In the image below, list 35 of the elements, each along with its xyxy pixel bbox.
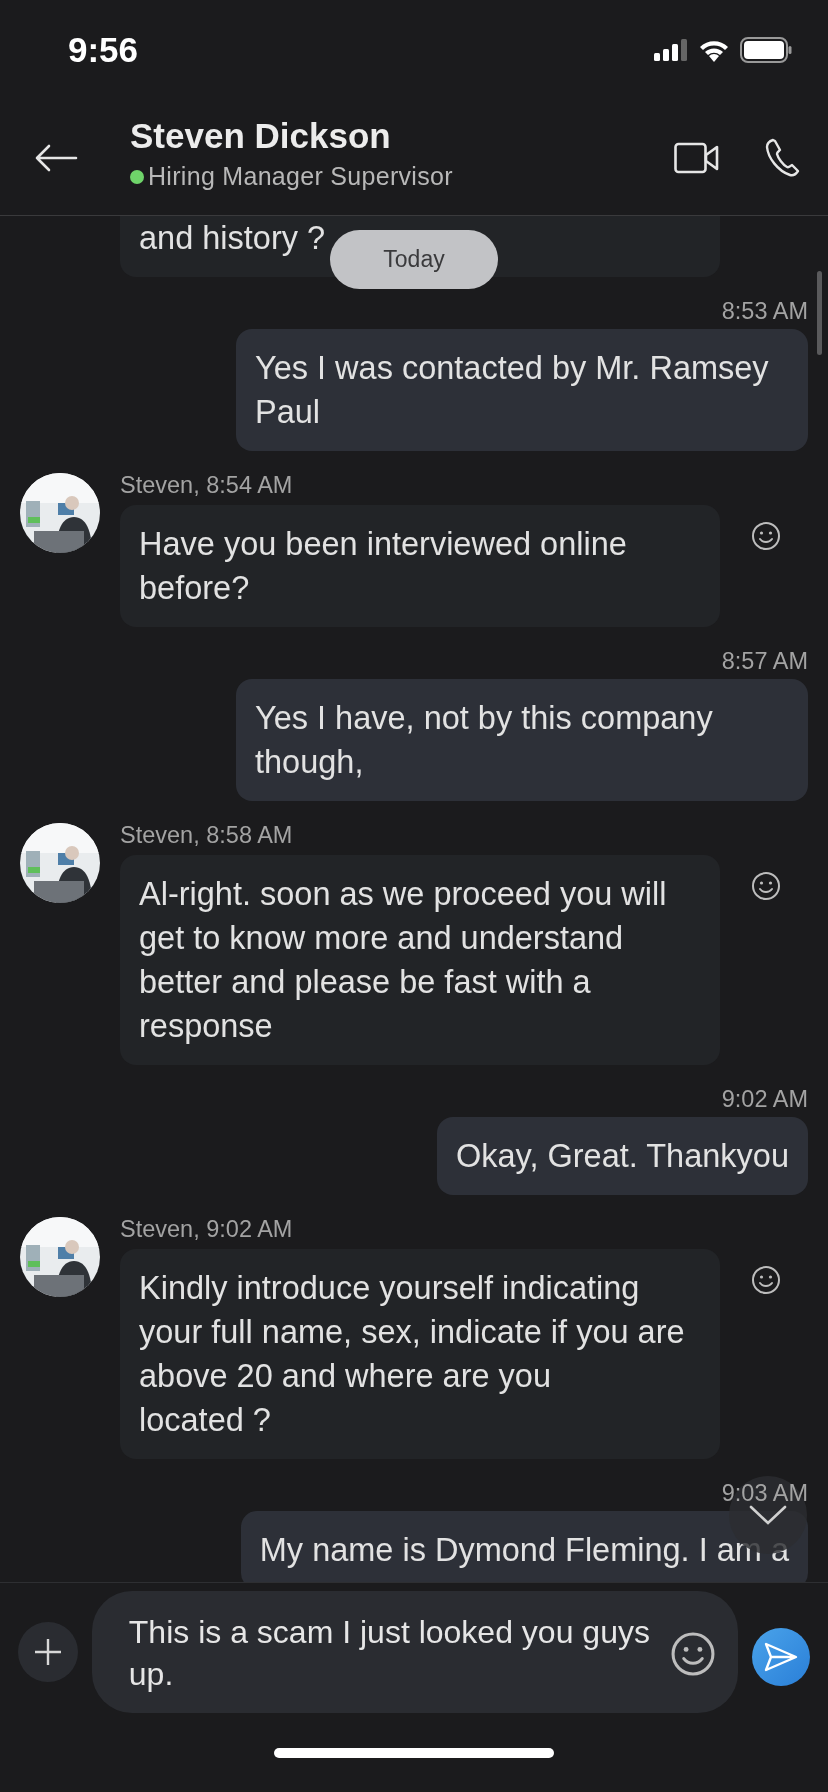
send-button[interactable] bbox=[752, 1627, 810, 1686]
message-time: 8:53 AM bbox=[721, 299, 808, 323]
back-icon[interactable] bbox=[34, 143, 78, 172]
contact-role: Hiring Manager Supervisor bbox=[148, 162, 453, 191]
battery-icon bbox=[740, 37, 792, 63]
phone-icon[interactable] bbox=[764, 137, 800, 178]
message-bubble: Have you been interviewed online before? bbox=[120, 505, 720, 627]
message-time: 9:03 AM bbox=[721, 1481, 808, 1505]
message-bubble: Okay, Great. Thankyou bbox=[437, 1117, 808, 1195]
send-icon bbox=[764, 1641, 799, 1672]
smiley-icon[interactable] bbox=[670, 1630, 717, 1677]
message-time: 8:57 AM bbox=[721, 649, 808, 673]
sender-time: Steven, 8:58 AM bbox=[120, 823, 294, 847]
smiley-icon[interactable] bbox=[751, 871, 781, 901]
message-bubble: Yes I was contacted by Mr. Ramsey Paul bbox=[236, 329, 808, 451]
chevron-down-icon bbox=[749, 1504, 787, 1526]
sender-time: Steven, 9:02 AM bbox=[120, 1217, 294, 1241]
message-field[interactable]: This is a scam I just looked you guys up. bbox=[91, 1590, 739, 1713]
video-camera-icon[interactable] bbox=[674, 141, 720, 174]
typed-text: This is a scam I just looked you guys up. bbox=[128, 1613, 650, 1692]
signal-icon bbox=[654, 39, 688, 61]
sender-time: Steven, 8:54 AM bbox=[120, 473, 294, 497]
status-time: 9:56 bbox=[68, 30, 139, 70]
smiley-icon[interactable] bbox=[751, 1265, 781, 1295]
scrollbar[interactable] bbox=[817, 271, 822, 355]
message-bubble: Kindly introduce yourself indicating your full name, sex, indicate if you are above 20 and where are you located ? bbox=[120, 1249, 720, 1459]
smiley-icon[interactable] bbox=[751, 521, 781, 551]
message-bubble: Yes I have, not by this company though, bbox=[236, 679, 808, 801]
message-time: 9:02 AM bbox=[721, 1087, 808, 1111]
wifi-icon bbox=[698, 38, 730, 62]
message-bubble: Al-right. soon as we proceed you will get to know more and understand better and please be fast with a response bbox=[120, 855, 720, 1065]
plus-icon bbox=[32, 1636, 63, 1667]
message-bubble: My name is Dymond Fleming. I am a bbox=[240, 1511, 808, 1582]
contact-name: Steven Dickson bbox=[130, 116, 392, 156]
date-chip: Today bbox=[330, 230, 498, 289]
